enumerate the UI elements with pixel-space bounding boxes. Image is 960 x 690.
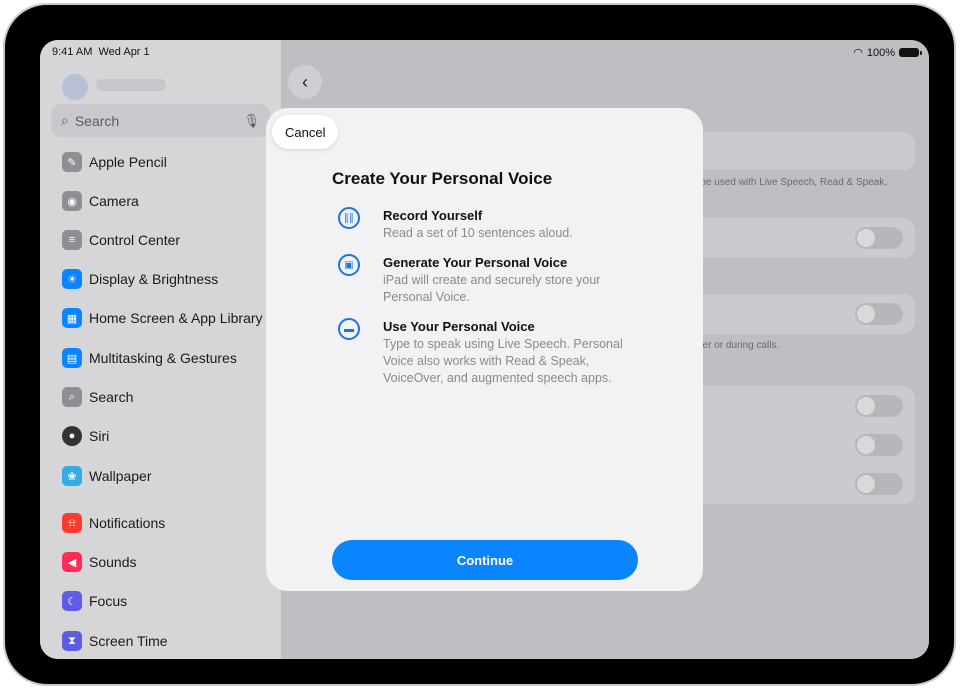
sidebar-item-focus[interactable]: ☾ Focus (62, 590, 127, 612)
settings-group-1 (691, 132, 915, 170)
sun-icon: ☀ (62, 269, 82, 289)
search-icon: ⌕ (62, 387, 82, 407)
cancel-button[interactable]: Cancel (272, 115, 339, 149)
feature-description: Read a set of 10 sentences aloud. (383, 226, 573, 240)
toggle-switch[interactable] (855, 473, 903, 495)
bell-icon: ⍾ (62, 513, 82, 533)
toggle-switch[interactable] (855, 434, 903, 456)
feature-title: Use Your Personal Voice (383, 319, 535, 334)
sidebar: ⌕ Search 🎙︎ ✎ Apple Pencil ◉ Camera ≡ Contr… (40, 40, 281, 659)
sidebar-item-screen-time[interactable]: ⧗ Screen Time (62, 630, 168, 652)
search-field[interactable]: ⌕ Search 🎙︎ (51, 104, 270, 137)
toggle-switch[interactable] (855, 303, 903, 325)
sidebar-item-camera[interactable]: ◉ Camera (62, 190, 139, 212)
status-time: 9:41 AM Wed Apr 1 (52, 46, 150, 58)
settings-group-2 (691, 218, 915, 258)
toggle-switch[interactable] (855, 395, 903, 417)
sidebar-item-wallpaper[interactable]: ❀ Wallpaper (62, 465, 152, 487)
battery-icon (899, 48, 922, 57)
multitasking-icon: ▤ (62, 348, 82, 368)
siri-icon: ● (62, 426, 82, 446)
sidebar-item-display[interactable]: ☀ Display & Brightness (62, 268, 218, 290)
sidebar-item-home-screen[interactable]: ▦ Home Screen & App Library (62, 307, 263, 329)
hourglass-icon: ⧗ (62, 631, 82, 651)
home-screen-icon: ▦ (62, 308, 82, 328)
battery-percent: 100% (866, 46, 895, 59)
footnote-1: n be used with Live Speech, Read & Speak… (692, 177, 888, 188)
speech-bubble-icon: ▬ (338, 318, 360, 340)
continue-button[interactable]: Continue (332, 540, 638, 580)
screen: 9:41 AM Wed Apr 1 ◠ 100% ⌕ Search 🎙︎ ✎ Ap… (40, 40, 929, 659)
sidebar-item-control-center[interactable]: ≡ Control Center (62, 229, 180, 251)
status-right: ◠ 100% (853, 46, 922, 59)
feature-description: iPad will create and securely store your… (383, 273, 601, 304)
camera-icon: ◉ (62, 191, 82, 211)
settings-group-4 (691, 386, 915, 504)
sidebar-item-search[interactable]: ⌕ Search (62, 386, 133, 408)
feature-title: Generate Your Personal Voice (383, 255, 568, 270)
settings-group-3 (691, 294, 915, 334)
sidebar-item-notifications[interactable]: ⍾ Notifications (62, 512, 165, 534)
sidebar-item-multitasking[interactable]: ▤ Multitasking & Gestures (62, 347, 237, 369)
microphone-icon[interactable]: 🎙︎ (243, 113, 260, 129)
feature-title: Record Yourself (383, 208, 483, 223)
sidebar-item-sounds[interactable]: ◀ Sounds (62, 551, 136, 573)
control-center-icon: ≡ (62, 230, 82, 250)
status-bar: 9:41 AM Wed Apr 1 ◠ 100% (40, 40, 929, 64)
search-placeholder: Search (74, 112, 120, 129)
sidebar-item-siri[interactable]: ● Siri (62, 425, 109, 447)
toggle-switch[interactable] (855, 227, 903, 249)
feature-description: Type to speak using Live Speech. Persona… (383, 337, 623, 385)
sidebar-item-apple-pencil[interactable]: ✎ Apple Pencil (62, 151, 167, 173)
wifi-icon: ◠ (853, 47, 863, 59)
speaker-icon: ◀ (62, 552, 82, 572)
search-icon: ⌕ (61, 112, 69, 128)
ipad-frame: 9:41 AM Wed Apr 1 ◠ 100% ⌕ Search 🎙︎ ✎ Ap… (3, 3, 956, 686)
personal-voice-sheet: Cancel Create Your Personal Voice ∥∥ Rec… (266, 108, 703, 591)
sidebar-header-title (96, 79, 166, 91)
waveform-icon: ∥∥ (338, 207, 360, 229)
wallpaper-icon: ❀ (62, 466, 82, 486)
lock-icon: ▣ (338, 254, 360, 276)
moon-icon: ☾ (62, 591, 82, 611)
chevron-left-icon: ‹ (302, 71, 308, 92)
back-button[interactable]: ‹ (288, 65, 322, 99)
footnote-2: aker or during calls. (692, 340, 780, 351)
pencil-icon: ✎ (62, 152, 82, 172)
sidebar-header-icon (62, 74, 88, 100)
sheet-title: Create Your Personal Voice (332, 169, 553, 188)
